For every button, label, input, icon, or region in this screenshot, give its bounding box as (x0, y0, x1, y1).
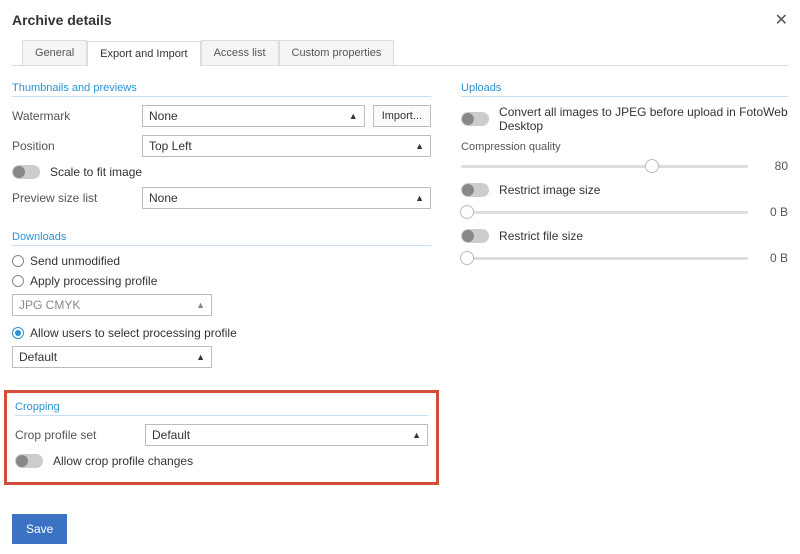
preview-label: Preview size list (12, 191, 134, 205)
slider-thumb-icon[interactable] (460, 205, 474, 219)
position-label: Position (12, 139, 134, 153)
restrict-image-value: 0 B (758, 205, 788, 219)
radio-apply-profile[interactable] (12, 275, 24, 287)
section-uploads: Uploads Convert all images to JPEG befor… (461, 82, 788, 265)
radio-send-unmodified[interactable] (12, 255, 24, 267)
save-button[interactable]: Save (12, 514, 67, 544)
compression-value: 80 (758, 159, 788, 173)
footer: Save (12, 514, 67, 544)
section-title: Downloads (12, 231, 431, 246)
caret-icon: ▲ (415, 193, 424, 203)
restrict-file-label: Restrict file size (499, 229, 583, 243)
close-icon[interactable]: ✕ (775, 10, 788, 30)
crop-set-select[interactable]: Default ▲ (145, 424, 428, 446)
cropping-highlight: Cropping Crop profile set Default ▲ Allo… (4, 390, 439, 485)
tab-access-list[interactable]: Access list (201, 40, 279, 65)
restrict-file-toggle[interactable] (461, 229, 489, 243)
preview-value: None (149, 191, 178, 205)
crop-set-value: Default (152, 428, 190, 442)
position-select[interactable]: Top Left ▲ (142, 135, 431, 157)
import-button[interactable]: Import... (373, 105, 431, 127)
caret-icon: ▲ (196, 352, 205, 362)
compression-label: Compression quality (461, 141, 788, 153)
tab-export-import[interactable]: Export and Import (87, 41, 200, 66)
restrict-image-slider[interactable] (461, 211, 748, 214)
section-title: Uploads (461, 82, 788, 97)
convert-jpeg-label: Convert all images to JPEG before upload… (499, 105, 788, 133)
default-select[interactable]: Default ▲ (12, 346, 212, 368)
scale-label: Scale to fit image (50, 165, 142, 179)
default-value: Default (19, 350, 57, 364)
section-thumbnails: Thumbnails and previews Watermark None ▲… (12, 82, 431, 209)
dialog-title: Archive details (12, 12, 112, 28)
caret-icon: ▲ (196, 300, 205, 310)
profile-select[interactable]: JPG CMYK ▲ (12, 294, 212, 316)
watermark-select[interactable]: None ▲ (142, 105, 365, 127)
allow-select-label: Allow users to select processing profile (30, 326, 237, 340)
allow-crop-toggle[interactable] (15, 454, 43, 468)
tab-bar: General Export and Import Access list Cu… (12, 40, 788, 66)
slider-thumb-icon[interactable] (645, 159, 659, 173)
caret-icon: ▲ (412, 430, 421, 440)
dialog-header: Archive details ✕ (12, 10, 788, 30)
section-cropping: Cropping Crop profile set Default ▲ Allo… (15, 401, 428, 468)
position-value: Top Left (149, 139, 192, 153)
scale-toggle[interactable] (12, 165, 40, 179)
crop-set-label: Crop profile set (15, 428, 137, 442)
caret-icon: ▲ (415, 141, 424, 151)
watermark-value: None (149, 109, 178, 123)
tab-general[interactable]: General (22, 40, 87, 65)
convert-jpeg-toggle[interactable] (461, 112, 489, 126)
apply-profile-label: Apply processing profile (30, 274, 157, 288)
watermark-label: Watermark (12, 109, 134, 123)
restrict-file-slider[interactable] (461, 257, 748, 260)
caret-icon: ▲ (349, 111, 358, 121)
send-unmodified-label: Send unmodified (30, 254, 120, 268)
slider-thumb-icon[interactable] (460, 251, 474, 265)
section-title: Thumbnails and previews (12, 82, 431, 97)
restrict-file-value: 0 B (758, 251, 788, 265)
tab-custom-properties[interactable]: Custom properties (279, 40, 395, 65)
section-downloads: Downloads Send unmodified Apply processi… (12, 231, 431, 368)
section-title: Cropping (15, 401, 428, 416)
compression-slider[interactable] (461, 165, 748, 168)
radio-allow-select[interactable] (12, 327, 24, 339)
preview-select[interactable]: None ▲ (142, 187, 431, 209)
restrict-image-toggle[interactable] (461, 183, 489, 197)
allow-crop-label: Allow crop profile changes (53, 454, 193, 468)
profile-value: JPG CMYK (19, 298, 80, 312)
restrict-image-label: Restrict image size (499, 183, 600, 197)
